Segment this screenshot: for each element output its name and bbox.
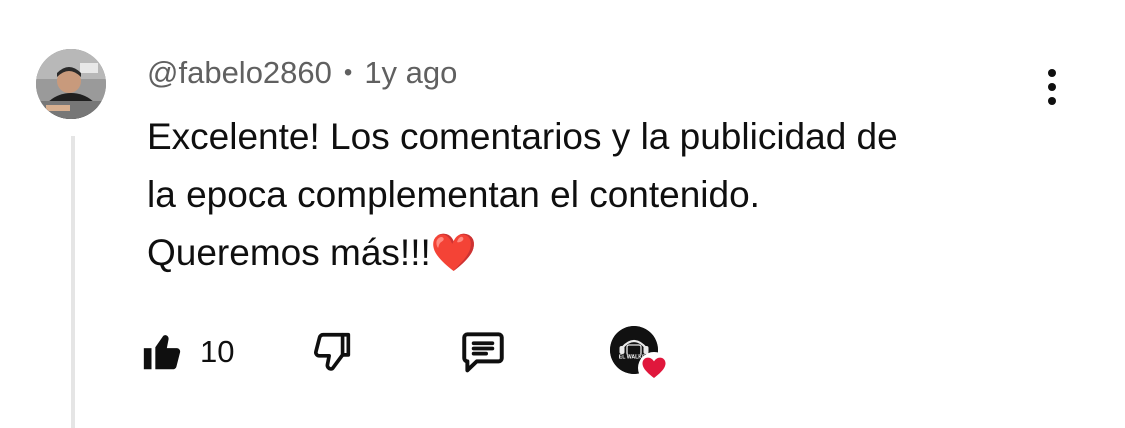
dislike-button[interactable] [310,320,356,384]
like-count: 10 [200,334,235,369]
avatar-image [36,49,106,119]
heart-icon [638,352,670,384]
comment-timestamp: 1y ago [364,55,458,90]
comment-icon [462,332,504,373]
comment-text-line: la epoca complementan el contenido. [147,174,760,215]
thumbs-down-outline-icon [314,332,351,371]
comment-meta: @fabelo2860 • 1y ago [147,53,457,93]
author-handle[interactable]: @fabelo2860 [147,55,332,91]
comment-text-line: Queremos más!!!❤️ [147,232,477,273]
comment-text-line: Excelente! Los comentarios y la publicid… [147,116,898,157]
comment-text: Excelente! Los comentarios y la publicid… [147,108,1047,282]
creator-heart-badge: EL WALKER [610,326,672,388]
comment-card: @fabelo2860 • 1y ago Excelente! Los come… [0,0,1125,428]
thread-line [71,136,75,428]
reply-button[interactable] [458,320,508,384]
more-vertical-icon [1048,69,1056,77]
meta-separator: • [343,59,353,86]
thumbs-up-filled-icon [143,335,181,370]
more-vertical-icon-dot [1048,97,1056,105]
more-options-button[interactable] [1034,62,1070,112]
author-avatar[interactable] [36,49,106,119]
like-button[interactable]: 10 [140,320,234,384]
more-vertical-icon-dot [1048,83,1056,91]
